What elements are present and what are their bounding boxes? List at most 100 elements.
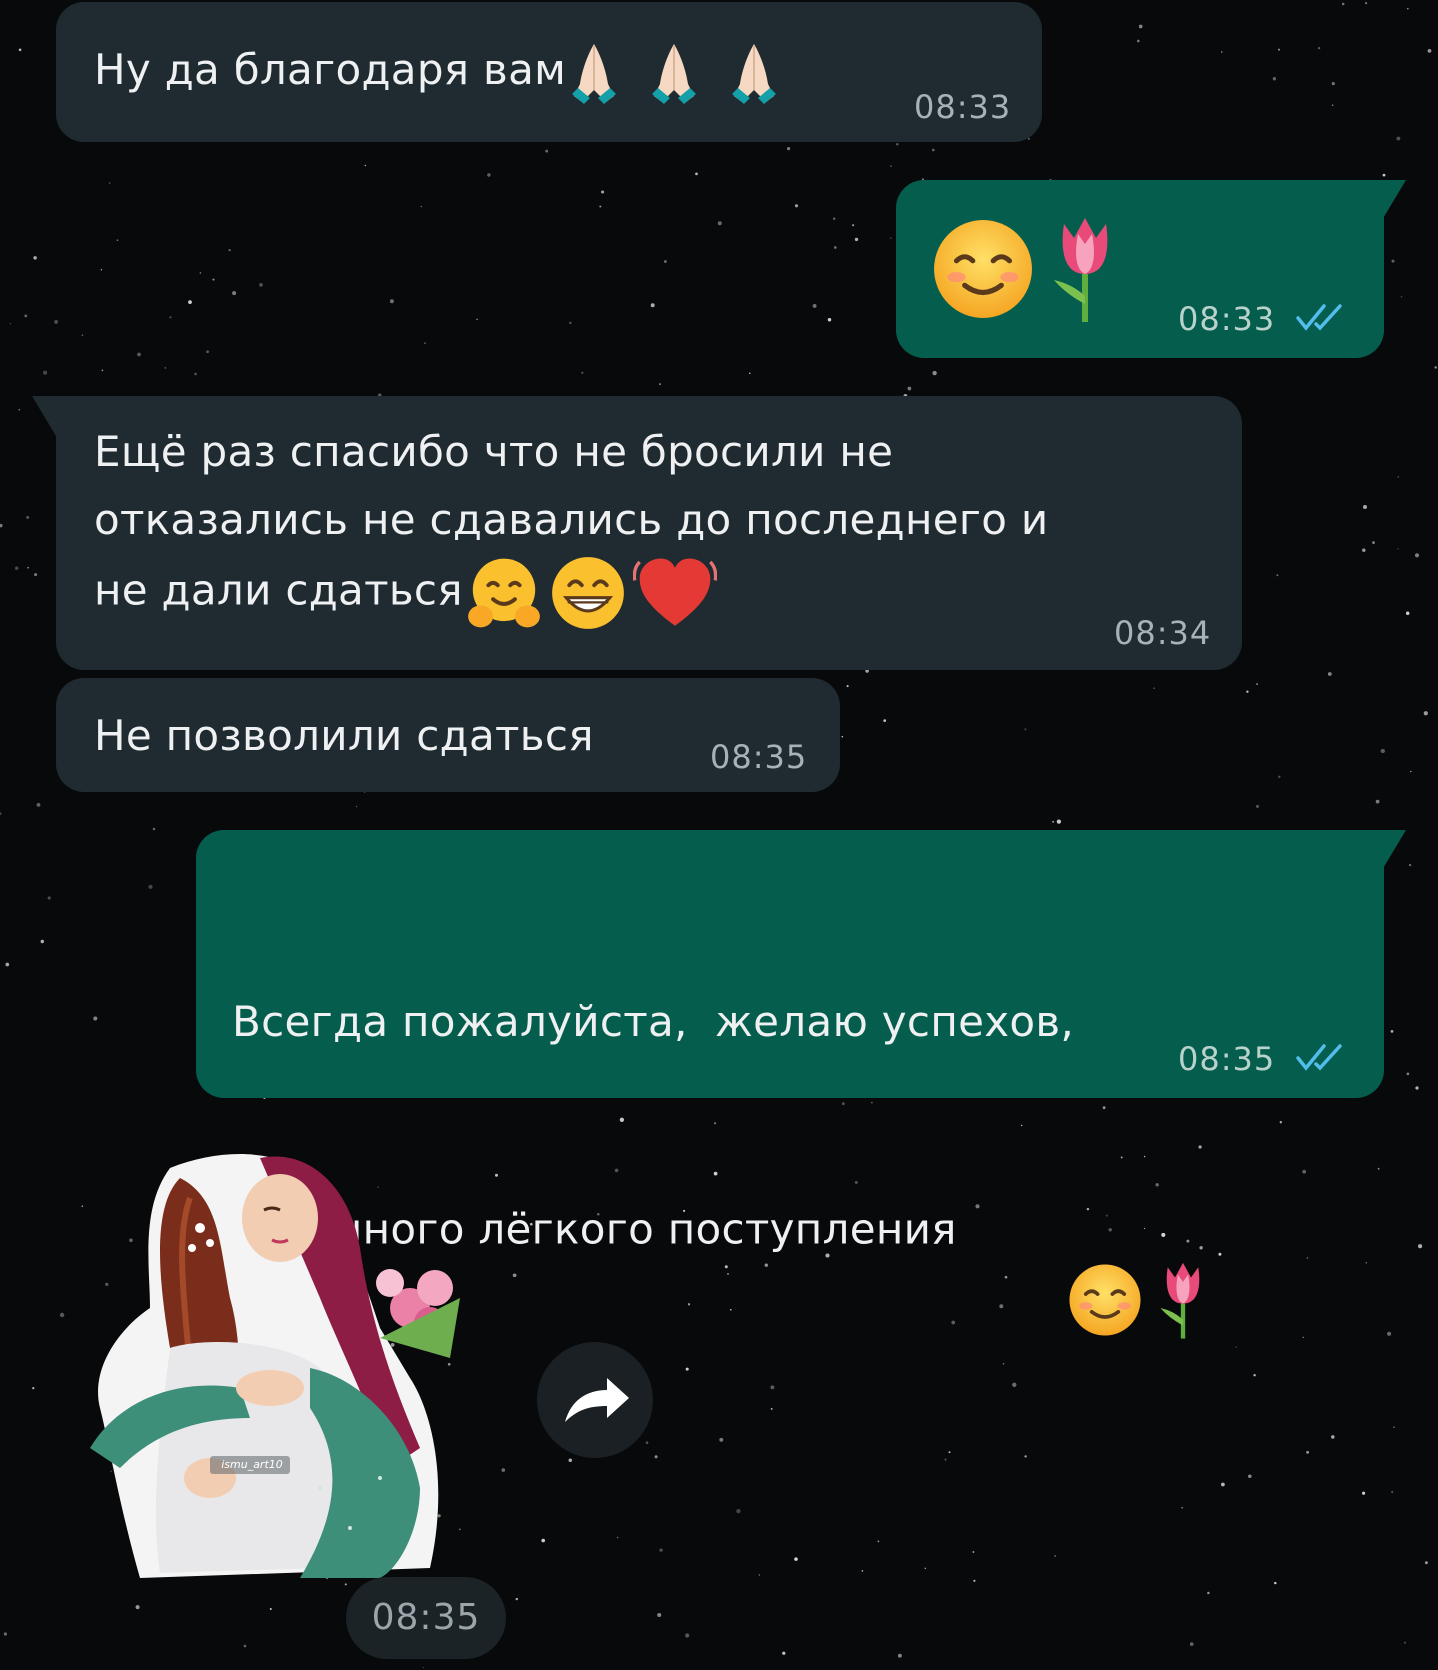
folded-hands-emoji bbox=[568, 40, 620, 106]
star bbox=[164, 367, 167, 369]
star bbox=[1406, 1072, 1410, 1076]
star bbox=[1143, 1155, 1146, 1158]
star bbox=[1246, 690, 1249, 693]
star bbox=[1362, 504, 1368, 510]
star bbox=[269, 1608, 272, 1610]
message-time: 08:35 bbox=[1178, 1040, 1276, 1078]
sticker-time-badge: 08:35 bbox=[346, 1577, 506, 1659]
star bbox=[932, 370, 937, 376]
star bbox=[26, 515, 30, 519]
star bbox=[93, 1016, 98, 1021]
star bbox=[47, 896, 51, 900]
star bbox=[758, 1574, 761, 1576]
star bbox=[1024, 1455, 1027, 1458]
star bbox=[18, 408, 21, 411]
star bbox=[33, 256, 37, 260]
star bbox=[861, 1570, 864, 1572]
star bbox=[188, 300, 192, 304]
star bbox=[1153, 687, 1155, 689]
bubble-tail bbox=[1382, 180, 1406, 220]
star bbox=[1256, 683, 1258, 685]
star bbox=[1054, 1555, 1056, 1557]
star bbox=[944, 1458, 947, 1461]
star bbox=[782, 1651, 786, 1655]
star bbox=[1277, 48, 1281, 51]
smiling-face-emoji bbox=[932, 218, 1034, 320]
message-bubble-incoming[interactable]: Ещё раз спасибо что не бросили не отказа… bbox=[32, 396, 1242, 670]
star bbox=[243, 1644, 247, 1648]
star bbox=[569, 321, 572, 325]
star bbox=[259, 283, 263, 287]
star bbox=[1302, 1169, 1307, 1174]
star bbox=[664, 260, 667, 263]
star bbox=[1136, 39, 1140, 43]
star bbox=[1278, 775, 1281, 778]
star bbox=[18, 48, 22, 52]
star bbox=[1391, 259, 1395, 263]
message-bubble-outgoing[interactable]: 08:33 bbox=[896, 180, 1406, 358]
star bbox=[1279, 1121, 1282, 1124]
star bbox=[541, 1538, 546, 1543]
star bbox=[1400, 296, 1403, 298]
star bbox=[1143, 1227, 1146, 1230]
star bbox=[1377, 1167, 1380, 1170]
star bbox=[1382, 173, 1386, 177]
message-bubble-outgoing[interactable]: Всегда пожалуйста, желаю успехов, отличн… bbox=[196, 830, 1406, 1339]
star bbox=[1024, 728, 1027, 731]
star bbox=[1255, 804, 1260, 808]
star bbox=[1393, 1426, 1395, 1428]
tulip-emoji bbox=[1045, 1192, 1200, 1339]
star bbox=[487, 173, 491, 177]
star bbox=[100, 268, 103, 271]
double-check-icon bbox=[1296, 304, 1342, 331]
star bbox=[695, 172, 698, 176]
star bbox=[1198, 1145, 1202, 1149]
star bbox=[1056, 819, 1062, 824]
star bbox=[135, 1605, 140, 1610]
star bbox=[199, 272, 202, 274]
star bbox=[749, 372, 751, 375]
star bbox=[137, 352, 141, 357]
star bbox=[1120, 1156, 1123, 1159]
star bbox=[1274, 1581, 1277, 1585]
star bbox=[24, 314, 28, 318]
star bbox=[581, 371, 584, 375]
star bbox=[659, 383, 661, 386]
star bbox=[9, 323, 12, 325]
star bbox=[422, 1666, 425, 1669]
star bbox=[1414, 553, 1420, 558]
bubble-tail bbox=[32, 396, 56, 436]
message-bubble-incoming[interactable]: Ну да благодаря вам 08:33 bbox=[56, 2, 1042, 142]
sticker-two-women-hugging[interactable]: ismu_art10 bbox=[80, 1148, 500, 1578]
star bbox=[1331, 1435, 1335, 1439]
star bbox=[786, 146, 791, 151]
star bbox=[169, 316, 172, 319]
star bbox=[0, 523, 3, 528]
double-check-icon bbox=[1296, 1044, 1342, 1071]
star bbox=[657, 1612, 662, 1618]
star bbox=[890, 237, 892, 239]
smiling-face-emoji bbox=[959, 1195, 1141, 1336]
forward-button[interactable] bbox=[537, 1342, 653, 1458]
star bbox=[846, 685, 849, 688]
star bbox=[770, 1407, 773, 1410]
star bbox=[1161, 1232, 1166, 1237]
star bbox=[1207, 1591, 1210, 1595]
message-time: 08:33 bbox=[1178, 300, 1276, 338]
star bbox=[1375, 799, 1380, 804]
star bbox=[420, 205, 423, 208]
star bbox=[355, 805, 358, 808]
star bbox=[1102, 1106, 1106, 1110]
star bbox=[1302, 1336, 1305, 1339]
star bbox=[717, 221, 722, 226]
star bbox=[1028, 138, 1030, 140]
star bbox=[654, 1455, 658, 1459]
message-line: не дали сдаться bbox=[94, 565, 463, 615]
star bbox=[36, 802, 41, 807]
message-text: Не позволили сдаться bbox=[94, 711, 594, 760]
tulip-emoji bbox=[1046, 214, 1124, 324]
sticker-time: 08:35 bbox=[371, 1597, 481, 1638]
star bbox=[616, 1536, 619, 1539]
message-line: отказались не сдавались до последнего и bbox=[94, 495, 1049, 544]
message-bubble-incoming[interactable]: Не позволили сдаться 08:35 bbox=[56, 678, 840, 792]
